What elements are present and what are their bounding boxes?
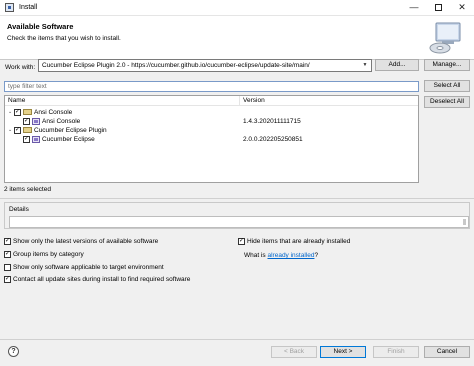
tree-item-version: 1.4.3.202011111715	[243, 118, 301, 125]
work-with-combo[interactable]: Cucumber Eclipse Plugin 2.0 - https://cu…	[38, 59, 372, 72]
plugin-icon	[32, 136, 40, 143]
add-button[interactable]: Add...	[375, 59, 419, 71]
minimize-button[interactable]: —	[402, 0, 426, 15]
details-group: Details	[4, 202, 470, 229]
checkbox[interactable]: ✓	[23, 118, 30, 125]
back-button[interactable]: < Back	[271, 346, 317, 358]
checkbox[interactable]: ✓	[14, 109, 21, 116]
checkbox[interactable]: ✓	[238, 238, 245, 245]
category-icon	[23, 127, 32, 133]
work-with-value: Cucumber Eclipse Plugin 2.0 - https://cu…	[42, 62, 310, 69]
tree-item-label: Cucumber Eclipse	[42, 136, 95, 143]
chevron-down-icon[interactable]: ▼	[361, 60, 369, 71]
work-with-label: Work with:	[5, 64, 36, 71]
cancel-button[interactable]: Cancel	[424, 346, 470, 358]
checkbox[interactable]: ✓	[4, 276, 11, 283]
plugin-icon	[32, 118, 40, 125]
category-icon	[23, 109, 32, 115]
install-wizard-icon	[429, 22, 461, 54]
maximize-button[interactable]	[426, 0, 450, 15]
selection-status: 2 items selected	[4, 186, 51, 193]
app-icon	[5, 3, 14, 12]
title-bar: Install — ✕	[0, 0, 474, 16]
tree-item-label: Cucumber Eclipse Plugin	[34, 127, 107, 134]
checkbox[interactable]: ✓	[4, 238, 11, 245]
tree-row-feature[interactable]: ✓ Cucumber Eclipse 2.0.0.202205250851	[5, 135, 418, 144]
tree-row-category[interactable]: ⌄ ✓ Cucumber Eclipse Plugin	[5, 126, 418, 135]
close-button[interactable]: ✕	[450, 0, 474, 15]
option-label: Show only software applicable to target …	[13, 264, 164, 271]
divider	[0, 339, 474, 340]
page-title: Available Software	[7, 22, 74, 31]
next-button[interactable]: Next >	[320, 346, 366, 358]
maximize-icon	[434, 4, 442, 11]
tree-item-version: 2.0.0.202205250851	[243, 136, 303, 143]
checkbox[interactable]: ✓	[4, 251, 11, 258]
details-text-area[interactable]	[9, 216, 469, 228]
software-tree[interactable]: Name Version ⌄ ✓ Ansi Console ✓ Ansi Con…	[4, 95, 419, 183]
select-all-button[interactable]: Select All	[424, 80, 470, 92]
manage-button[interactable]: Manage...	[424, 59, 470, 71]
wizard-header: Available Software Check the items that …	[0, 16, 474, 60]
divider	[0, 198, 474, 199]
option-label: Group items by category	[13, 251, 84, 258]
details-label: Details	[9, 206, 29, 213]
help-icon[interactable]: ?	[8, 346, 19, 357]
what-is-prefix: What is	[244, 252, 268, 259]
option-label: Hide items that are already installed	[247, 238, 351, 245]
option-label: Show only the latest versions of availab…	[13, 238, 159, 245]
tree-item-label: Ansi Console	[42, 118, 81, 125]
option-label: Contact all update sites during install …	[13, 276, 191, 283]
column-divider	[239, 96, 240, 106]
expand-icon[interactable]: ⌄	[8, 126, 12, 135]
finish-button[interactable]: Finish	[373, 346, 419, 358]
column-version[interactable]: Version	[243, 97, 265, 104]
tree-row-category[interactable]: ⌄ ✓ Ansi Console	[5, 108, 418, 117]
column-name[interactable]: Name	[8, 97, 25, 104]
expand-icon[interactable]: ⌄	[8, 108, 12, 117]
window-title: Install	[19, 4, 38, 11]
filter-input[interactable]: type filter text	[4, 81, 419, 92]
page-description: Check the items that you wish to install…	[7, 35, 121, 42]
tree-row-feature[interactable]: ✓ Ansi Console 1.4.3.202011111715	[5, 117, 418, 126]
checkbox[interactable]	[4, 264, 11, 271]
what-is-installed-text: What is already installed?	[244, 252, 318, 259]
tree-header: Name Version	[5, 96, 418, 106]
what-is-suffix: ?	[314, 252, 319, 259]
checkbox[interactable]: ✓	[23, 136, 30, 143]
already-installed-link[interactable]: already installed	[267, 252, 314, 259]
checkbox[interactable]: ✓	[14, 127, 21, 134]
deselect-all-button[interactable]: Deselect All	[424, 96, 470, 108]
tree-item-label: Ansi Console	[34, 109, 73, 116]
